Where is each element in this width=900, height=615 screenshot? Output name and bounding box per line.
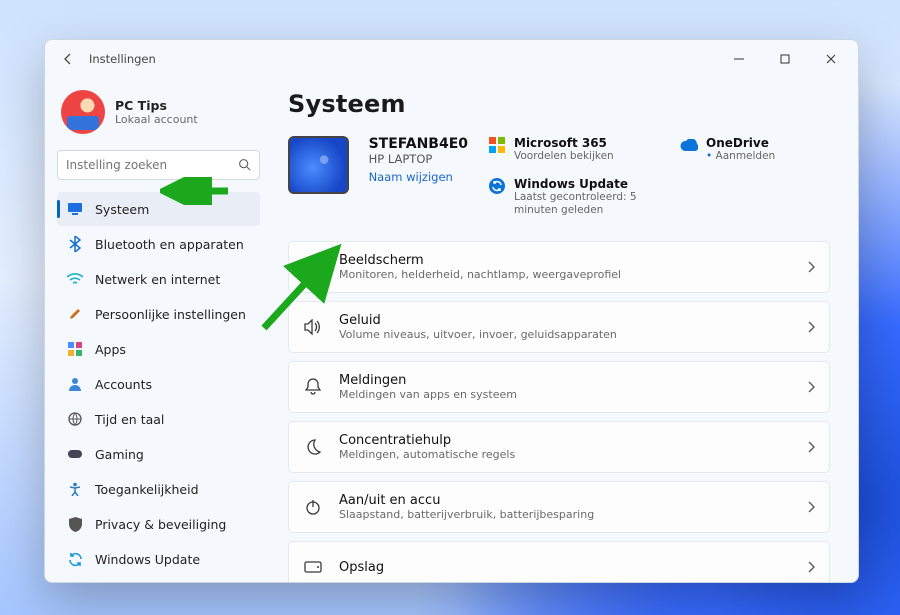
apps-icon <box>67 341 83 357</box>
accessibility-icon <box>67 481 83 497</box>
sidebar-item-label: Privacy & beveiliging <box>95 517 226 532</box>
system-icon <box>67 201 83 217</box>
rename-link[interactable]: Naam wijzigen <box>369 170 453 184</box>
search-box[interactable] <box>57 150 260 180</box>
chevron-right-icon <box>807 438 815 457</box>
globe-icon <box>67 411 83 427</box>
m365-icon <box>488 136 506 154</box>
service-title: Microsoft 365 <box>514 136 614 150</box>
card-title: Beeldscherm <box>339 253 621 268</box>
service-sub: • Aanmelden <box>706 150 775 163</box>
sidebar-item-label: Apps <box>95 342 126 357</box>
sidebar-item-apps[interactable]: Apps <box>57 332 260 366</box>
profile-name: PC Tips <box>115 98 198 113</box>
app-title: Instellingen <box>89 52 156 66</box>
service-windows-update[interactable]: Windows Update Laatst gecontroleerd: 5 m… <box>488 177 638 217</box>
sidebar-item-label: Netwerk en internet <box>95 272 220 287</box>
chevron-right-icon <box>807 318 815 337</box>
chevron-right-icon <box>807 558 815 577</box>
sidebar-item-label: Persoonlijke instellingen <box>95 307 246 322</box>
titlebar: Instellingen <box>45 40 858 78</box>
sidebar-item-personalization[interactable]: Persoonlijke instellingen <box>57 297 260 331</box>
sync-icon <box>67 551 83 567</box>
gamepad-icon <box>67 446 83 462</box>
card-subtitle: Meldingen, automatische regels <box>339 448 515 461</box>
card-title: Aan/uit en accu <box>339 493 594 508</box>
card-notifications[interactable]: MeldingenMeldingen van apps en systeem <box>288 361 830 413</box>
profile-type: Lokaal account <box>115 113 198 126</box>
cloud-icon <box>680 136 698 154</box>
maximize-button[interactable] <box>762 43 808 75</box>
sidebar-item-label: Gaming <box>95 447 144 462</box>
service-onedrive[interactable]: OneDrive • Aanmelden <box>680 136 830 163</box>
card-subtitle: Meldingen van apps en systeem <box>339 388 517 401</box>
minimize-button[interactable] <box>716 43 762 75</box>
card-subtitle: Monitoren, helderheid, nachtlamp, weerga… <box>339 268 621 281</box>
card-display[interactable]: BeeldschermMonitoren, helderheid, nachtl… <box>288 241 830 293</box>
card-subtitle: Volume niveaus, uitvoer, invoer, geluids… <box>339 328 617 341</box>
sidebar-item-system[interactable]: Systeem <box>57 192 260 226</box>
sidebar-item-gaming[interactable]: Gaming <box>57 437 260 471</box>
pc-model: HP LAPTOP <box>369 152 468 166</box>
service-title: Windows Update <box>514 177 638 191</box>
pc-thumbnail <box>288 136 349 194</box>
sidebar-item-time[interactable]: Tijd en taal <box>57 402 260 436</box>
back-button[interactable] <box>59 49 79 69</box>
sidebar-nav: Systeem Bluetooth en apparaten Netwerk e… <box>57 192 260 576</box>
sidebar-item-label: Systeem <box>95 202 149 217</box>
card-power[interactable]: Aan/uit en accuSlaapstand, batterijverbr… <box>288 481 830 533</box>
sidebar-item-label: Accounts <box>95 377 152 392</box>
main-panel: Systeem STEFANB4E0 HP LAPTOP Naam wijzig… <box>270 78 858 582</box>
sidebar: PC Tips Lokaal account Systeem Bluetooth… <box>45 78 270 582</box>
monitor-icon <box>303 257 323 277</box>
card-title: Geluid <box>339 313 617 328</box>
card-title: Meldingen <box>339 373 517 388</box>
search-icon <box>238 156 251 175</box>
card-focus[interactable]: ConcentratiehulpMeldingen, automatische … <box>288 421 830 473</box>
power-icon <box>303 497 323 517</box>
settings-list: BeeldschermMonitoren, helderheid, nachtl… <box>288 241 830 582</box>
close-button[interactable] <box>808 43 854 75</box>
sidebar-item-privacy[interactable]: Privacy & beveiliging <box>57 507 260 541</box>
profile[interactable]: PC Tips Lokaal account <box>57 84 260 148</box>
card-storage[interactable]: Opslag <box>288 541 830 582</box>
chevron-right-icon <box>807 258 815 277</box>
chevron-right-icon <box>807 498 815 517</box>
sidebar-item-label: Toegankelijkheid <box>95 482 199 497</box>
pc-name: STEFANB4E0 <box>369 136 468 152</box>
brush-icon <box>67 306 83 322</box>
sync-icon <box>488 177 506 195</box>
sidebar-item-update[interactable]: Windows Update <box>57 542 260 576</box>
system-header: STEFANB4E0 HP LAPTOP Naam wijzigen Micro… <box>288 136 830 217</box>
avatar <box>61 90 105 134</box>
sidebar-item-label: Windows Update <box>95 552 200 567</box>
card-sound[interactable]: GeluidVolume niveaus, uitvoer, invoer, g… <box>288 301 830 353</box>
sidebar-item-accessibility[interactable]: Toegankelijkheid <box>57 472 260 506</box>
card-subtitle: Slaapstand, batterijverbruik, batterijbe… <box>339 508 594 521</box>
network-icon <box>67 271 83 287</box>
sound-icon <box>303 317 323 337</box>
service-title: OneDrive <box>706 136 775 150</box>
bluetooth-icon <box>67 236 83 252</box>
shield-icon <box>67 516 83 532</box>
search-input[interactable] <box>66 158 238 172</box>
sidebar-item-bluetooth[interactable]: Bluetooth en apparaten <box>57 227 260 261</box>
sidebar-item-network[interactable]: Netwerk en internet <box>57 262 260 296</box>
sidebar-item-label: Bluetooth en apparaten <box>95 237 244 252</box>
card-title: Concentratiehulp <box>339 433 515 448</box>
sidebar-item-label: Tijd en taal <box>95 412 164 427</box>
service-m365[interactable]: Microsoft 365 Voordelen bekijken <box>488 136 638 163</box>
service-sub: Laatst gecontroleerd: 5 minuten geleden <box>514 191 638 217</box>
service-sub: Voordelen bekijken <box>514 150 614 163</box>
person-icon <box>67 376 83 392</box>
card-title: Opslag <box>339 560 384 575</box>
chevron-right-icon <box>807 378 815 397</box>
moon-icon <box>303 437 323 457</box>
bell-icon <box>303 377 323 397</box>
page-title: Systeem <box>288 90 830 118</box>
settings-window: Instellingen PC Tips Lokaal account <box>44 39 859 583</box>
drive-icon <box>303 557 323 577</box>
sidebar-item-accounts[interactable]: Accounts <box>57 367 260 401</box>
